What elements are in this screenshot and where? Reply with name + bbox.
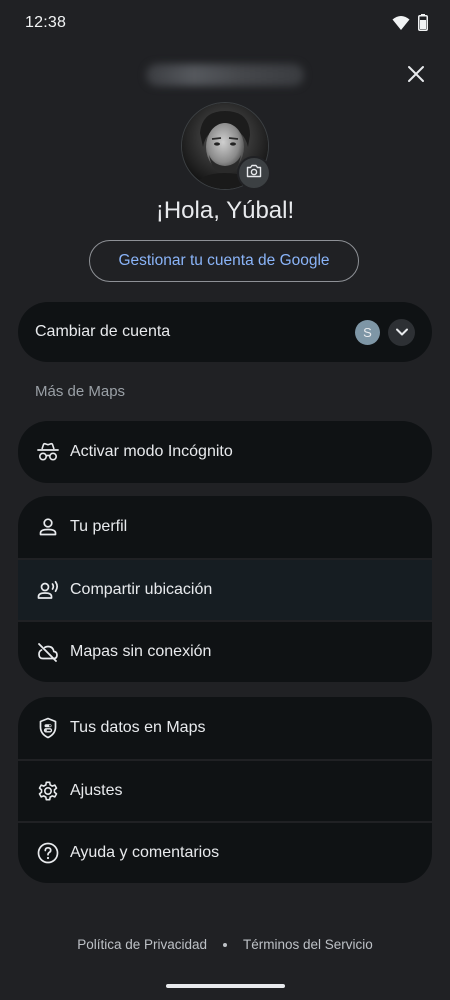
menu-item-label: Tus datos en Maps	[70, 719, 206, 736]
greeting: ¡Hola, Yúbal!	[155, 197, 295, 224]
profile-group-card: Tu perfil Compartir ubicación Mapas sin …	[18, 496, 432, 682]
camera-icon	[246, 164, 262, 183]
manage-google-account-button[interactable]: Gestionar tu cuenta de Google	[89, 240, 359, 282]
help-icon	[36, 841, 60, 865]
incognito-icon	[36, 440, 60, 464]
status-time: 12:38	[25, 14, 67, 31]
home-indicator[interactable]	[166, 984, 285, 988]
section-label-more-maps: Más de Maps	[35, 383, 126, 400]
battery-icon	[418, 14, 428, 36]
shield-icon	[36, 716, 60, 740]
menu-item-label: Tu perfil	[70, 518, 128, 535]
menu-item-label: Ajustes	[70, 782, 123, 799]
menu-item-offline-maps[interactable]: Mapas sin conexión	[18, 620, 432, 682]
other-account-avatar[interactable]: S	[355, 320, 380, 345]
menu-item-settings[interactable]: Ajustes	[18, 759, 432, 821]
cloud-off-icon	[36, 640, 60, 664]
gear-icon	[36, 779, 60, 803]
person-icon	[36, 515, 60, 539]
switch-account-row[interactable]: Cambiar de cuenta S	[18, 302, 432, 362]
menu-item-profile[interactable]: Tu perfil	[18, 496, 432, 558]
expand-accounts-button[interactable]	[388, 319, 415, 346]
location-sharing-icon	[36, 578, 60, 602]
close-icon	[407, 65, 425, 88]
close-button[interactable]	[400, 60, 432, 92]
status-icons	[392, 14, 428, 36]
terms-of-service-link[interactable]: Términos del Servicio	[243, 937, 373, 952]
menu-item-label: Mapas sin conexión	[70, 643, 212, 660]
menu-item-incognito[interactable]: Activar modo Incógnito	[18, 421, 432, 483]
privacy-policy-link[interactable]: Política de Privacidad	[77, 937, 207, 952]
chevron-down-icon	[395, 324, 409, 342]
incognito-card: Activar modo Incógnito	[18, 421, 432, 483]
settings-group-card: Tus datos en Maps Ajustes Ayuda y coment…	[18, 697, 432, 883]
account-email-blurred	[146, 64, 304, 86]
menu-item-share-location[interactable]: Compartir ubicación	[18, 558, 432, 620]
menu-item-label: Compartir ubicación	[70, 581, 213, 598]
menu-item-label: Activar modo Incógnito	[70, 443, 233, 460]
menu-item-your-data[interactable]: Tus datos en Maps	[18, 697, 432, 759]
menu-item-help[interactable]: Ayuda y comentarios	[18, 821, 432, 883]
menu-item-label: Ayuda y comentarios	[70, 844, 220, 861]
footer-separator	[223, 942, 228, 947]
footer: Política de Privacidad Términos del Serv…	[0, 937, 450, 952]
status-bar: 12:38	[0, 0, 450, 48]
switch-account-label: Cambiar de cuenta	[35, 323, 171, 340]
avatar-container[interactable]	[181, 102, 271, 190]
wifi-icon	[392, 15, 410, 36]
change-photo-button[interactable]	[237, 156, 271, 190]
account-menu-screen: 12:38 ¡Hola, Yúbal! Gestionar tu cuenta …	[0, 0, 450, 1000]
